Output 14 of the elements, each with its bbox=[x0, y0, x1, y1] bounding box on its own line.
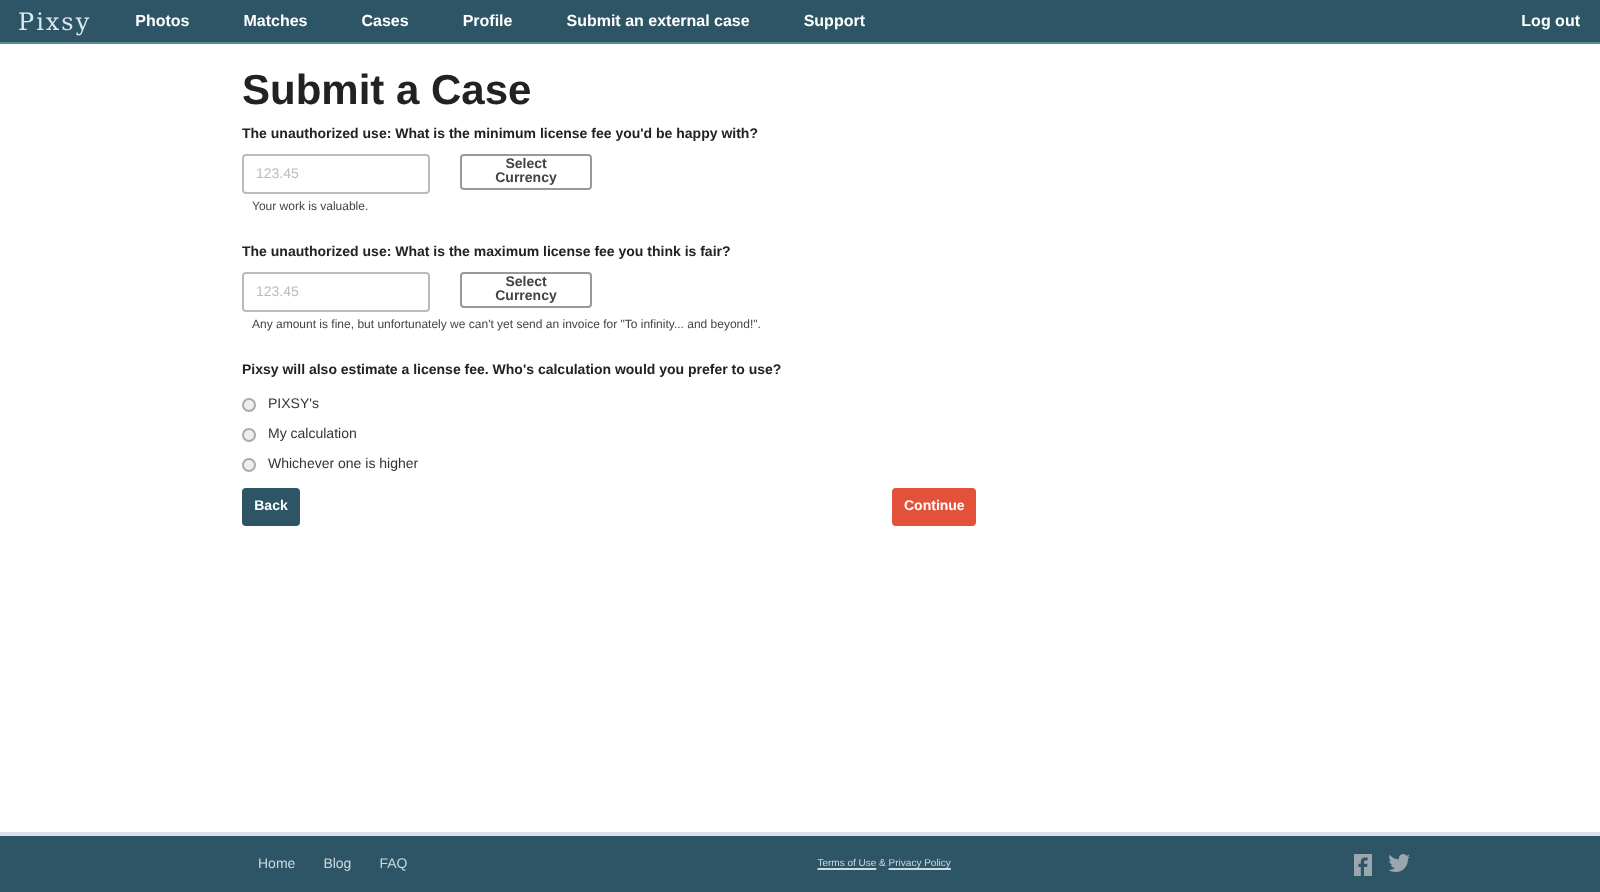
radio-button[interactable] bbox=[242, 398, 256, 412]
logout-link[interactable]: Log out bbox=[1521, 12, 1580, 30]
nav-link[interactable]: Matches bbox=[243, 12, 308, 30]
nav-link[interactable]: Cases bbox=[361, 12, 409, 30]
nav-link[interactable]: Profile bbox=[462, 12, 513, 30]
radio-button[interactable] bbox=[242, 428, 256, 442]
page-title: Submit a Case bbox=[242, 68, 534, 116]
twitter-icon[interactable] bbox=[1388, 853, 1411, 873]
facebook-icon[interactable] bbox=[1354, 853, 1373, 875]
radio-button[interactable] bbox=[242, 458, 256, 472]
nav-link[interactable]: Submit an external case bbox=[566, 12, 750, 30]
nav-link[interactable]: Photos bbox=[135, 12, 190, 30]
logo[interactable]: Pixsy bbox=[18, 7, 92, 35]
nav-link[interactable]: Support bbox=[803, 12, 865, 30]
